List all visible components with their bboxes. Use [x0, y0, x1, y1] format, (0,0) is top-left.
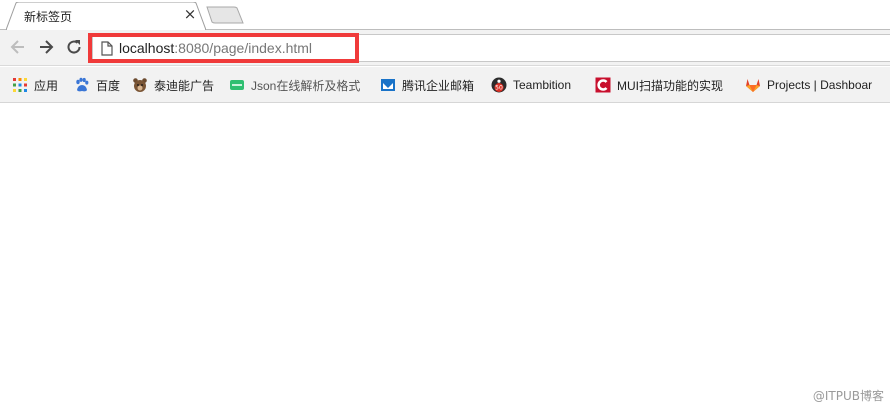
bookmark-label: 应用	[34, 78, 59, 93]
tab-strip: 新标签页 ×	[0, 0, 890, 30]
bookmark-label: 泰迪能广告	[154, 78, 215, 93]
bookmark-teambition[interactable]: 50 Teambition	[491, 75, 571, 95]
page-icon	[101, 41, 113, 56]
forward-arrow-icon[interactable]	[36, 37, 56, 57]
page-content: @ITPUB博客	[0, 104, 890, 410]
bookmark-label: 百度	[96, 78, 121, 93]
bookmark-label: 腾讯企业邮箱	[402, 78, 475, 93]
tab-title: 新标签页	[24, 10, 73, 24]
json-icon	[229, 77, 245, 93]
new-tab-icon	[206, 6, 244, 24]
bookmark-label: Projects | Dashboar	[767, 78, 873, 92]
apps-grid-icon	[12, 77, 28, 93]
bookmark-json[interactable]: Json在线解析及格式	[229, 75, 360, 95]
bookmark-taidi[interactable]: 泰迪能广告	[132, 75, 214, 95]
url-text[interactable]: localhost:8080/page/index.html	[119, 40, 312, 56]
bookmark-apps[interactable]: 应用	[12, 75, 58, 95]
tab-close-icon[interactable]: ×	[182, 6, 198, 22]
address-bar[interactable]: localhost:8080/page/index.html	[92, 34, 890, 62]
svg-text:50: 50	[495, 85, 503, 92]
watermark-text: @ITPUB博客	[812, 389, 884, 403]
url-path: :8080/page/index.html	[174, 40, 313, 56]
tab-active[interactable]: 新标签页 ×	[6, 2, 206, 30]
reload-icon[interactable]	[64, 37, 84, 57]
new-tab-button[interactable]	[206, 6, 246, 24]
bookmark-baidu[interactable]: 百度	[74, 75, 120, 95]
browser-toolbar: localhost:8080/page/index.html	[0, 30, 890, 66]
gitlab-fox-icon	[745, 77, 761, 93]
c-logo-icon	[595, 77, 611, 93]
bookmark-label: MUI扫描功能的实现	[617, 78, 723, 93]
bear-icon	[132, 77, 148, 93]
bookmark-label: Teambition	[513, 78, 572, 92]
teambition-icon: 50	[491, 77, 507, 93]
bookmark-gitlab[interactable]: Projects | Dashboar	[745, 75, 872, 95]
back-arrow-icon[interactable]	[8, 37, 28, 57]
bookmark-label: Json在线解析及格式	[251, 78, 361, 93]
bookmark-mui[interactable]: MUI扫描功能的实现	[595, 75, 723, 95]
baidu-paw-icon	[74, 77, 90, 93]
bookmarks-bar: 应用 百度 泰迪能广告 Json在线解析及格式 腾讯企业邮箱 50 Teambi…	[0, 67, 890, 103]
bookmark-tencent-mail[interactable]: 腾讯企业邮箱	[380, 75, 474, 95]
tencent-mail-icon	[380, 77, 396, 93]
url-host: localhost	[119, 40, 175, 56]
